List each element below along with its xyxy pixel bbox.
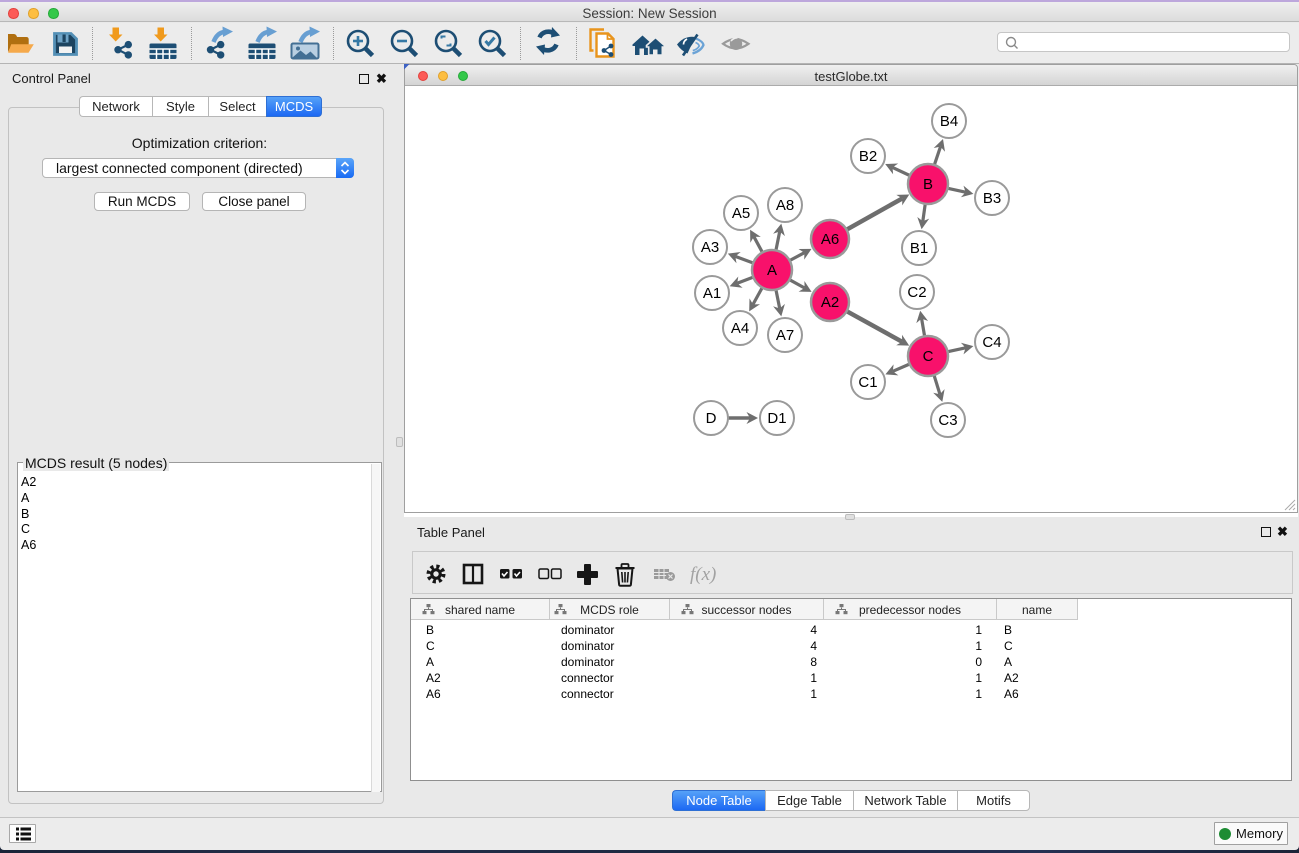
- svg-text:B4: B4: [940, 113, 958, 130]
- svg-text:B1: B1: [910, 240, 928, 257]
- svg-text:A1: A1: [703, 285, 721, 302]
- svg-text:D: D: [706, 410, 717, 427]
- svg-text:A2: A2: [821, 294, 839, 311]
- svg-text:C1: C1: [858, 374, 877, 391]
- svg-text:B2: B2: [859, 148, 877, 165]
- svg-text:A6: A6: [821, 231, 839, 248]
- svg-text:A7: A7: [776, 327, 794, 344]
- svg-text:f(x): f(x): [690, 564, 716, 585]
- svg-text:A5: A5: [732, 205, 750, 222]
- svg-text:C4: C4: [982, 334, 1001, 351]
- svg-text:A4: A4: [731, 320, 749, 337]
- svg-text:B3: B3: [983, 190, 1001, 207]
- svg-text:D1: D1: [767, 410, 786, 427]
- svg-text:C2: C2: [907, 284, 926, 301]
- svg-text:C3: C3: [938, 412, 957, 429]
- svg-text:A: A: [767, 262, 777, 279]
- svg-text:A8: A8: [776, 197, 794, 214]
- svg-text:C: C: [923, 348, 934, 365]
- svg-text:A3: A3: [701, 239, 719, 256]
- svg-text:B: B: [923, 176, 933, 193]
